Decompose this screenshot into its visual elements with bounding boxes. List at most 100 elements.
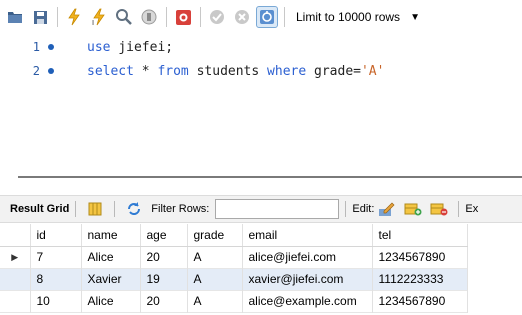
row-limit-select[interactable]: Limit to 10000 rows ▼: [296, 10, 420, 24]
edit-label: Edit:: [352, 203, 375, 215]
error-toggle-icon: [175, 9, 191, 25]
code-token: use: [87, 39, 111, 55]
toolbar-separator: [114, 201, 116, 217]
code-token: ;: [165, 39, 174, 55]
stop-button[interactable]: [138, 6, 160, 28]
table-cell[interactable]: 20: [140, 290, 188, 312]
open-folder-icon: [8, 12, 22, 23]
table-row[interactable]: 10 Alice 20 A alice@example.com 12345678…: [0, 290, 468, 312]
edit-row-button[interactable]: [378, 200, 396, 218]
table-cell[interactable]: 10: [30, 290, 82, 312]
column-header[interactable]: age: [140, 224, 188, 247]
code-text: select * from students where grade='A': [87, 64, 384, 79]
sql-editor[interactable]: 1 use jiefei; 2 select * from students w…: [0, 34, 522, 172]
table-cell[interactable]: 8: [30, 268, 82, 290]
toolbar-separator: [284, 7, 285, 27]
toolbar-separator: [200, 7, 201, 27]
stop-icon: [141, 9, 157, 25]
execute-current-button[interactable]: I: [88, 6, 110, 28]
code-token: from: [157, 63, 189, 79]
line-number: 1: [32, 40, 40, 54]
execute-icon: [68, 8, 80, 26]
delete-row-button[interactable]: [430, 200, 448, 218]
result-grid: id name age grade email tel ▶ 7 Alice 20…: [0, 224, 468, 313]
statement-marker-icon: [48, 68, 54, 74]
table-cell[interactable]: A: [187, 268, 243, 290]
refresh-button[interactable]: [125, 200, 143, 218]
code-token: jiefei: [118, 39, 166, 55]
code-token: *: [141, 63, 150, 79]
table-cell[interactable]: xavier@jiefei.com: [242, 268, 373, 290]
editor-line: 1 use jiefei;: [0, 36, 173, 58]
toolbar-separator: [75, 201, 77, 217]
row-header: [0, 268, 31, 290]
execute-button[interactable]: [63, 6, 85, 28]
chevron-down-icon: ▼: [410, 11, 420, 23]
add-row-button[interactable]: [404, 200, 422, 218]
table-cell[interactable]: alice@example.com: [242, 290, 373, 312]
column-header[interactable]: email: [242, 224, 373, 247]
rollback-button[interactable]: [231, 6, 253, 28]
toolbar-separator: [57, 7, 58, 27]
save-icon: [33, 10, 47, 24]
table-cell[interactable]: 7: [30, 246, 82, 268]
save-button[interactable]: [29, 6, 51, 28]
filter-rows-label: Filter Rows:: [151, 203, 210, 215]
code-token: select: [87, 63, 134, 79]
table-cell[interactable]: 1234567890: [372, 246, 468, 268]
column-header[interactable]: id: [30, 224, 82, 247]
open-folder-button[interactable]: [4, 6, 26, 28]
editor-line: 2 select * from students where grade='A': [0, 60, 385, 82]
code-token: grade: [314, 63, 354, 79]
current-row-icon: ▶: [0, 246, 31, 268]
query-toolbar: I Limit to 10000 rows ▼: [0, 0, 522, 34]
export-label[interactable]: Ex: [465, 203, 478, 215]
table-cell[interactable]: 19: [140, 268, 188, 290]
error-toggle-button[interactable]: [172, 6, 194, 28]
refresh-icon: [128, 202, 141, 215]
toolbar-separator: [166, 7, 167, 27]
table-cell[interactable]: 20: [140, 246, 188, 268]
explain-button[interactable]: [113, 6, 135, 28]
explain-icon: [116, 9, 132, 25]
code-token: where: [267, 63, 307, 79]
delete-row-icon: [430, 203, 448, 216]
table-cell[interactable]: A: [187, 246, 243, 268]
autocommit-button[interactable]: [256, 6, 278, 28]
rollback-icon: [235, 10, 249, 24]
table-cell[interactable]: alice@jiefei.com: [242, 246, 373, 268]
column-header[interactable]: name: [81, 224, 141, 247]
table-cell[interactable]: 1112223333: [372, 268, 468, 290]
toolbar-separator: [345, 201, 347, 217]
table-cell[interactable]: 1234567890: [372, 290, 468, 312]
column-header[interactable]: grade: [187, 224, 243, 247]
table-row[interactable]: ▶ 7 Alice 20 A alice@jiefei.com 12345678…: [0, 246, 468, 268]
table-cell[interactable]: Xavier: [81, 268, 141, 290]
grid-layout-button[interactable]: [86, 200, 104, 218]
row-limit-label: Limit to 10000 rows: [296, 10, 401, 24]
table-cell[interactable]: Alice: [81, 290, 141, 312]
execute-current-icon: I: [92, 8, 105, 26]
code-text: use jiefei;: [87, 40, 173, 55]
table-row[interactable]: 8 Xavier 19 A xavier@jiefei.com 11122233…: [0, 268, 468, 290]
code-token: 'A': [360, 63, 385, 79]
toolbar-separator: [458, 201, 460, 217]
filter-rows-input[interactable]: [215, 199, 340, 219]
commit-button[interactable]: [206, 6, 228, 28]
panel-splitter[interactable]: [18, 176, 522, 178]
row-header-corner: [0, 224, 31, 247]
svg-text:I: I: [92, 19, 94, 26]
autocommit-icon: [260, 10, 274, 24]
table-cell[interactable]: A: [187, 290, 243, 312]
column-header[interactable]: tel: [372, 224, 468, 247]
grid-header-row: id name age grade email tel: [0, 224, 468, 247]
table-cell[interactable]: Alice: [81, 246, 141, 268]
result-toolbar: Result Grid Filter Rows: Edit: Ex: [0, 195, 522, 223]
grid-layout-icon: [88, 202, 102, 216]
commit-icon: [210, 10, 224, 24]
edit-pencil-icon: [379, 202, 395, 216]
result-grid-tab[interactable]: Result Grid: [10, 203, 69, 215]
